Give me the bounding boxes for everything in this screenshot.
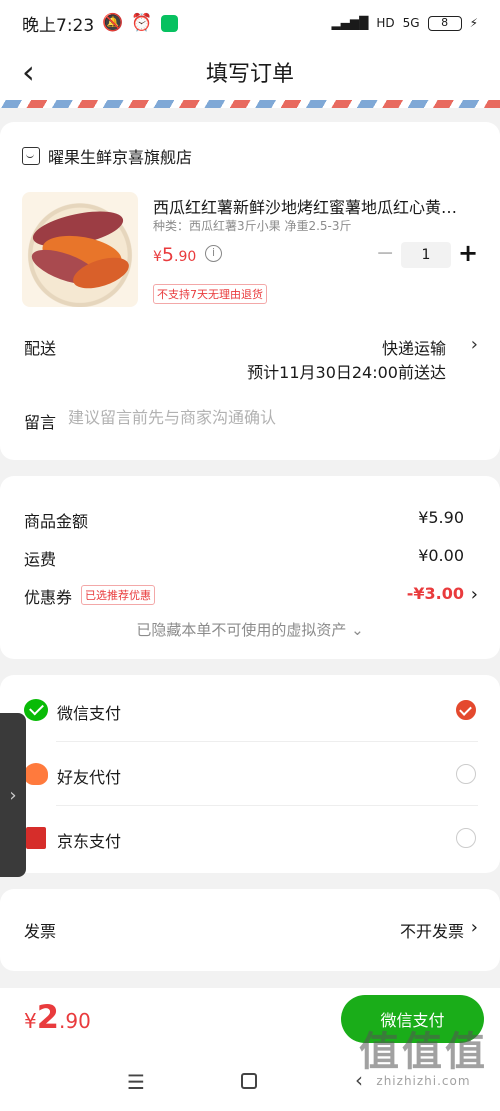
mute-bell-icon: 🔕 <box>102 13 124 33</box>
nav-bar: ‹ 填写订单 <box>0 46 500 100</box>
store-icon <box>22 147 40 165</box>
coupon-value[interactable]: -¥3.00 <box>407 584 464 603</box>
return-policy-badge: 不支持7天无理由退货 <box>153 284 267 304</box>
chevron-right-icon[interactable]: › <box>471 334 478 355</box>
watermark: 值值值 zhizhizhi.com <box>359 1029 488 1088</box>
product-price: ¥5.90 <box>153 244 197 266</box>
payment-option-label: 微信支付 <box>57 704 122 723</box>
airmail-border <box>0 100 500 108</box>
message-input[interactable] <box>68 408 468 427</box>
home-icon[interactable] <box>241 1073 257 1089</box>
hd-icon: HD <box>376 16 395 30</box>
shipping-label: 配送 <box>24 339 57 358</box>
product-spec: 种类：西瓜红薯3斤小果 净重2.5-3斤 <box>153 219 352 233</box>
chevron-right-icon[interactable]: › <box>471 917 478 938</box>
coupon-tag: 已选推荐优惠 <box>81 585 155 605</box>
payment-option-jd[interactable]: 京东支付 <box>0 806 500 870</box>
alarm-icon: ⏰ <box>131 13 153 33</box>
goods-amount-value: ¥5.90 <box>418 508 464 527</box>
goods-amount-label: 商品金额 <box>24 512 89 531</box>
wechat-pay-icon <box>24 699 48 721</box>
chevron-right-icon: › <box>9 784 17 806</box>
invoice-label: 发票 <box>24 922 57 941</box>
charging-icon: ⚡ <box>469 16 478 30</box>
payment-option-wechat[interactable]: 微信支付 <box>0 678 500 742</box>
order-item-card: 曜果生鲜京喜旗舰店 西瓜红红薯新鲜沙地烤红蜜薯地瓜红心黄心番薯 种类：西瓜红薯3… <box>0 122 500 460</box>
status-bar: 晚上7:23 🔕 ⏰ ▂▄▆█ HD 5G 8 ⚡ <box>0 0 500 46</box>
invoice-card[interactable]: 发票 不开发票 › <box>0 889 500 971</box>
payment-methods-card: 微信支付 好友代付 京东支付 <box>0 675 500 873</box>
freight-value: ¥0.00 <box>418 546 464 565</box>
radio-selected[interactable] <box>456 700 476 720</box>
radio-unselected[interactable] <box>456 764 476 784</box>
payment-option-label: 京东支付 <box>57 832 122 851</box>
battery-icon: 8 <box>427 15 462 31</box>
quantity-increase-button[interactable]: + <box>458 240 478 266</box>
product-image[interactable] <box>22 192 138 307</box>
payment-option-label: 好友代付 <box>57 768 122 787</box>
radio-unselected[interactable] <box>456 828 476 848</box>
wechat-notification-icon <box>160 14 178 32</box>
shipping-method[interactable]: 快递运输 <box>382 335 446 359</box>
network-type: 5G <box>402 16 420 30</box>
page-title: 填写订单 <box>205 62 294 87</box>
friend-pay-icon <box>24 763 48 785</box>
recent-apps-icon[interactable]: ☰ <box>127 1070 145 1094</box>
product-title[interactable]: 西瓜红红薯新鲜沙地烤红蜜薯地瓜红心黄心番薯 <box>153 194 473 218</box>
freight-label: 运费 <box>24 550 57 569</box>
invoice-value[interactable]: 不开发票 <box>400 918 464 942</box>
status-time: 晚上7:23 <box>22 15 95 36</box>
shipping-eta: 预计11月30日24:00前送达 <box>247 363 446 382</box>
jd-pay-icon <box>26 827 46 849</box>
total-price: ¥2.90 <box>24 998 91 1036</box>
quantity-decrease-button[interactable]: − <box>376 242 394 266</box>
coupon-label: 优惠券 <box>24 588 73 607</box>
message-label: 留言 <box>24 413 57 432</box>
info-icon[interactable]: i <box>205 245 222 262</box>
shop-name: 曜果生鲜京喜旗舰店 <box>48 148 193 167</box>
price-summary-card: 商品金额 ¥5.90 运费 ¥0.00 优惠券 已选推荐优惠 -¥3.00 › … <box>0 476 500 659</box>
side-drawer-handle[interactable]: › <box>0 713 26 877</box>
hidden-assets-toggle[interactable]: 已隐藏本单不可使用的虚拟资产 ⌄ <box>0 619 500 640</box>
payment-option-friend[interactable]: 好友代付 <box>0 742 500 806</box>
chevron-right-icon[interactable]: › <box>471 584 478 605</box>
quantity-field[interactable]: 1 <box>401 242 451 268</box>
shop-header[interactable]: 曜果生鲜京喜旗舰店 <box>22 144 192 168</box>
signal-icon: ▂▄▆█ <box>331 16 369 30</box>
